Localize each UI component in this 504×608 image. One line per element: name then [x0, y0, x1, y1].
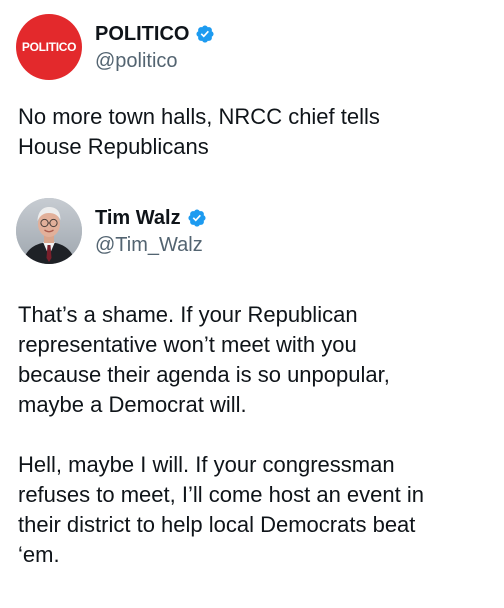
politico-logo: POLITICO [21, 40, 77, 54]
quoted-author-handle[interactable]: @politico [95, 49, 215, 73]
quoted-post-text: No more town halls, NRCC chief tells Hou… [18, 104, 380, 159]
verified-badge-icon [188, 208, 206, 227]
politico-avatar[interactable]: POLITICO [16, 14, 82, 80]
main-post: Tim Walz @Tim_Walz That’s a shame. If yo… [16, 198, 504, 570]
quoted-post-header: POLITICO POLITICO @politico [16, 14, 504, 80]
main-post-paragraph-1: That’s a shame. If your Republican repre… [18, 302, 390, 417]
main-author-name-row: Tim Walz [95, 206, 207, 230]
main-author-names: Tim Walz @Tim_Walz [95, 206, 207, 257]
main-post-paragraph-2: Hell, maybe I will. If your congressman … [18, 452, 424, 567]
quoted-author-names: POLITICO @politico [95, 22, 215, 73]
quoted-post[interactable]: POLITICO POLITICO @politico No more town… [16, 14, 504, 162]
quoted-author-display-name[interactable]: POLITICO [95, 22, 189, 46]
main-author-handle[interactable]: @Tim_Walz [95, 233, 207, 257]
walz-avatar[interactable] [16, 198, 82, 264]
walz-photo [16, 198, 82, 264]
quoted-author-name-row: POLITICO [95, 22, 215, 46]
verified-badge-icon [196, 24, 214, 43]
main-post-header: Tim Walz @Tim_Walz [16, 198, 504, 264]
main-author-display-name[interactable]: Tim Walz [95, 206, 181, 230]
